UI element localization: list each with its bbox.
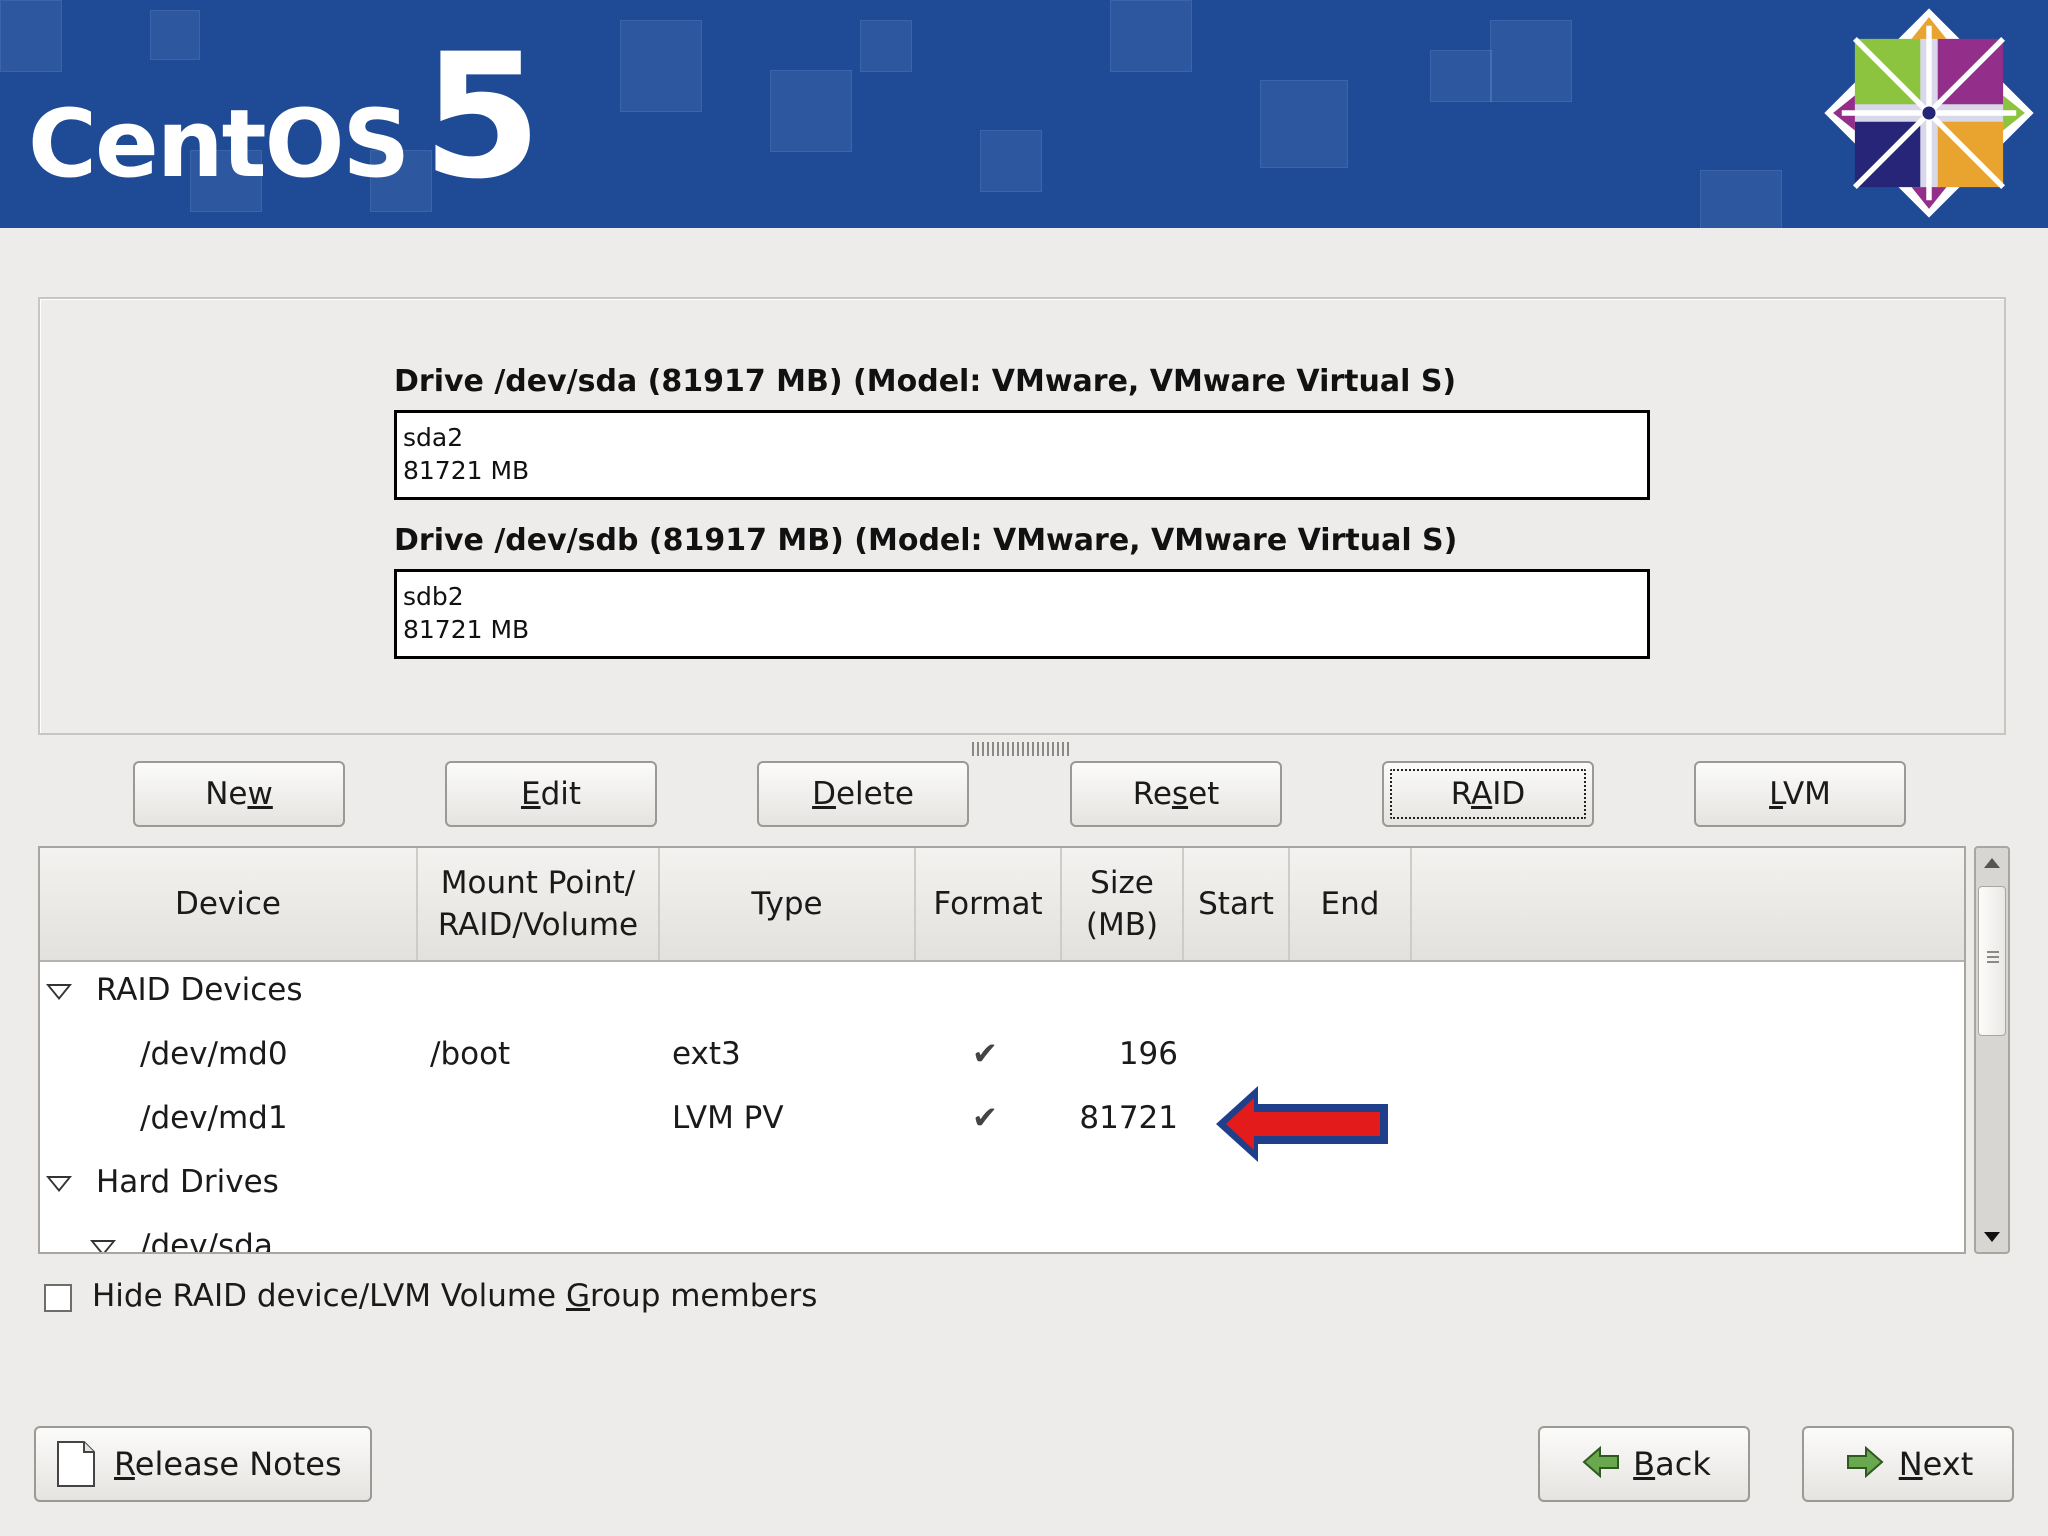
device-cell[interactable]: /dev/md0 — [140, 1036, 288, 1072]
partition-size: 81721 MB — [403, 456, 530, 485]
expander-sda-icon[interactable] — [90, 1240, 116, 1252]
partition-name: sdb2 — [403, 582, 464, 611]
reset-button[interactable]: Reset — [1070, 761, 1282, 827]
new-button[interactable]: New — [133, 761, 345, 827]
mount-cell: /boot — [430, 1036, 511, 1072]
column-header-mount-point[interactable]: Mount Point/RAID/Volume — [418, 848, 660, 960]
expander-raid-devices-icon[interactable] — [46, 984, 72, 1000]
delete-button[interactable]: Delete — [757, 761, 969, 827]
arrow-left-icon — [1582, 1446, 1619, 1478]
drive-map-panel — [38, 297, 2006, 735]
pane-resize-handle[interactable] — [972, 742, 1072, 756]
table-header: Device Mount Point/RAID/Volume Type Form… — [40, 848, 1964, 962]
column-header-type[interactable]: Type — [660, 848, 916, 960]
expander-hard-drives-icon[interactable] — [46, 1176, 72, 1192]
drive-sdb-bar[interactable]: sdb2 81721 MB — [394, 569, 1650, 659]
partition-table[interactable]: Device Mount Point/RAID/Volume Type Form… — [38, 846, 1966, 1254]
type-cell: ext3 — [672, 1036, 741, 1072]
logo-number: 5 — [422, 16, 542, 217]
size-cell: 196 — [1118, 1036, 1178, 1072]
drive-sda-bar[interactable]: sda2 81721 MB — [394, 410, 1650, 500]
back-button[interactable]: Back — [1538, 1426, 1750, 1502]
next-button[interactable]: Next — [1802, 1426, 2014, 1502]
raid-button[interactable]: RAID — [1382, 761, 1594, 827]
group-raid-devices[interactable]: RAID Devices — [96, 972, 303, 1008]
document-icon — [57, 1441, 95, 1487]
column-header-format[interactable]: Format — [916, 848, 1062, 960]
drive-sda-title: Drive /dev/sda (81917 MB) (Model: VMware… — [394, 364, 1457, 399]
scroll-down-icon[interactable] — [1984, 1232, 2000, 1242]
centos-logo-text: CentOS5 — [28, 31, 542, 203]
release-notes-button[interactable]: Release Notes — [34, 1426, 372, 1502]
size-cell: 81721 — [1079, 1100, 1178, 1136]
drive-sdb-title: Drive /dev/sdb (81917 MB) (Model: VMware… — [394, 523, 1458, 558]
hide-members-checkbox[interactable] — [44, 1284, 72, 1312]
header-banner: CentOS5 — [0, 0, 2048, 228]
group-hard-drives[interactable]: Hard Drives — [96, 1164, 279, 1200]
edit-button[interactable]: Edit — [445, 761, 657, 827]
centos-logo-icon — [1824, 8, 2034, 218]
format-check-icon: ✔ — [972, 1036, 998, 1072]
lvm-button[interactable]: LVM — [1694, 761, 1906, 827]
column-header-end[interactable]: End — [1290, 848, 1412, 960]
scrollbar-thumb[interactable] — [1978, 886, 2006, 1036]
hide-members-label[interactable]: Hide RAID device/LVM Volume Group member… — [92, 1278, 817, 1314]
column-header-size[interactable]: Size (MB) — [1062, 848, 1184, 960]
type-cell: LVM PV — [672, 1100, 784, 1136]
red-arrow-annotation-icon — [1216, 1086, 1388, 1162]
table-scrollbar[interactable] — [1974, 846, 2010, 1254]
column-header-device[interactable]: Device — [40, 848, 418, 960]
format-check-icon: ✔ — [972, 1100, 998, 1136]
scroll-up-icon[interactable] — [1984, 858, 2000, 868]
partition-size: 81721 MB — [403, 615, 530, 644]
arrow-right-icon — [1847, 1446, 1884, 1478]
device-cell[interactable]: /dev/sda — [140, 1228, 273, 1252]
partition-name: sda2 — [403, 423, 464, 452]
device-cell[interactable]: /dev/md1 — [140, 1100, 288, 1136]
column-header-start[interactable]: Start — [1184, 848, 1290, 960]
logo-word: CentOS — [28, 90, 410, 199]
